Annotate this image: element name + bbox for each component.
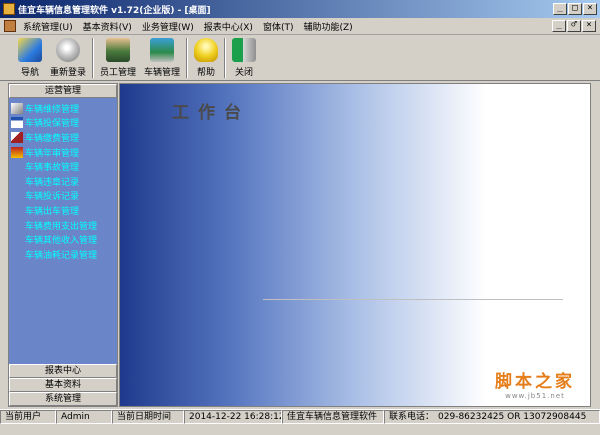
sidebar-item-label: 车辆费用支出管理	[25, 221, 98, 232]
toolbar: 导航 重新登录 员工管理 车辆管理 帮助 关闭	[0, 35, 600, 81]
status-contact: 联系电话： 029-86232425 OR 13072908445	[384, 410, 600, 424]
mdi-controls: _ ♂ ×	[552, 20, 596, 32]
sidebar-item-label: 车辆出车管理	[25, 206, 80, 217]
status-datetime: 2014-12-22 16:28:12	[184, 410, 282, 424]
divider	[263, 299, 563, 300]
sidebar-item-label: 车辆缴费管理	[25, 133, 80, 144]
lightbulb-icon	[194, 38, 219, 62]
status-app-name: 佳宜车辆信息管理软件	[282, 410, 384, 424]
sidebar-list: 车辆维修管理 车辆投保管理 车辆缴费管理 车辆年审管理 车辆事故管理 车辆违章记…	[9, 98, 117, 265]
menu-system[interactable]: 系统管理(U)	[18, 20, 78, 33]
toolbar-separator	[186, 38, 189, 78]
right-edge-panel	[591, 83, 600, 407]
navigate-button[interactable]: 导航	[14, 36, 46, 80]
menu-reports[interactable]: 报表中心(X)	[199, 20, 258, 33]
document-icon	[11, 117, 23, 129]
sidebar-item-label: 车辆维修管理	[25, 104, 80, 115]
sidebar-item-inspection[interactable]: 车辆年审管理	[11, 145, 115, 160]
close-button[interactable]: ×	[583, 3, 597, 15]
exit-button[interactable]: 关闭	[228, 36, 260, 80]
watermark-url: www.jb51.net	[505, 392, 565, 400]
sidebar-item-complaint[interactable]: 车辆投诉记录	[11, 189, 115, 204]
status-phone-label: 联系电话：	[389, 412, 435, 422]
sidebar-item-label: 车辆事故管理	[25, 163, 80, 174]
sidebar-item-fuel[interactable]: 车辆油耗记录管理	[11, 247, 115, 262]
watermark-logo: 脚本之家 www.jb51.net	[495, 367, 575, 400]
sidebar-item-insurance[interactable]: 车辆投保管理	[11, 116, 115, 131]
menu-business[interactable]: 业务管理(W)	[137, 20, 199, 33]
sidebar-item-fees[interactable]: 车辆缴费管理	[11, 130, 115, 145]
sidebar-item-label: 车辆年审管理	[25, 148, 80, 159]
sidebar-item-violation[interactable]: 车辆违章记录	[11, 174, 115, 189]
sidebar-item-label: 车辆违章记录	[25, 177, 80, 188]
sidebar-item-dispatch[interactable]: 车辆出车管理	[11, 203, 115, 218]
calendar-icon	[11, 146, 23, 158]
window-bottom-edge	[0, 424, 600, 435]
lock-icon	[56, 38, 80, 62]
pen-icon	[11, 131, 23, 143]
exit-label: 关闭	[235, 68, 254, 78]
toolbar-separator	[224, 38, 227, 78]
menu-bar: 系统管理(U) 基本资料(V) 业务管理(W) 报表中心(X) 窗体(T) 辅助…	[0, 18, 600, 35]
desktop-workspace: 工作台 脚本之家 www.jb51.net	[119, 83, 591, 407]
relogin-button[interactable]: 重新登录	[46, 36, 90, 80]
workspace-title: 工作台	[172, 103, 250, 123]
wand-icon	[18, 38, 42, 62]
sidebar-item-label: 车辆其他收入管理	[25, 236, 98, 247]
sidebar-item-label: 车辆油耗记录管理	[25, 250, 98, 261]
menu-basic-data[interactable]: 基本资料(V)	[78, 20, 137, 33]
employee-management-button[interactable]: 员工管理	[96, 36, 140, 80]
sidebar-item-other-income[interactable]: 车辆其他收入管理	[11, 232, 115, 247]
watermark-text: 脚本之家	[495, 372, 575, 392]
sidebar-header-system[interactable]: 系统管理	[9, 392, 117, 406]
help-button[interactable]: 帮助	[190, 36, 222, 80]
menu-window[interactable]: 窗体(T)	[258, 20, 299, 33]
sidebar-bottom-panels: 报表中心 基本资料 系统管理	[9, 364, 117, 406]
minimize-button[interactable]: _	[553, 3, 567, 15]
status-bar: 当前用户 Admin 当前日期时间 2014-12-22 16:28:12 佳宜…	[0, 409, 600, 424]
relogin-label: 重新登录	[50, 68, 87, 78]
status-date-label: 当前日期时间	[112, 410, 184, 424]
title-bar: 佳宜车辆信息管理软件 v1.72(企业版) - [桌面] _ □ ×	[0, 0, 600, 18]
employee-management-label: 员工管理	[100, 68, 137, 78]
users-icon	[106, 38, 131, 62]
mdi-child-icon[interactable]	[4, 20, 16, 32]
sidebar-item-repair[interactable]: 车辆维修管理	[11, 101, 115, 116]
menu-tools[interactable]: 辅助功能(Z)	[298, 20, 357, 33]
wrench-icon	[11, 102, 23, 114]
sidebar-header-basic-data[interactable]: 基本资料	[9, 378, 117, 392]
app-icon	[3, 3, 15, 15]
sidebar: 运营管理 车辆维修管理 车辆投保管理 车辆缴费管理 车辆年审管理 车辆事故管理 …	[8, 83, 118, 407]
sidebar-item-label: 车辆投保管理	[25, 119, 80, 130]
toolbar-separator	[92, 38, 95, 78]
sidebar-item-label: 车辆投诉记录	[25, 192, 80, 203]
window-controls: _ □ ×	[553, 3, 597, 15]
status-user-label: 当前用户	[0, 410, 56, 424]
exit-door-icon	[232, 38, 257, 62]
sidebar-item-accident[interactable]: 车辆事故管理	[11, 159, 115, 174]
maximize-button[interactable]: □	[568, 3, 582, 15]
vehicle-management-label: 车辆管理	[144, 68, 181, 78]
mdi-restore-button[interactable]: ♂	[567, 20, 581, 32]
mdi-minimize-button[interactable]: _	[552, 20, 566, 32]
status-user-value: Admin	[56, 410, 112, 424]
sidebar-header-reports[interactable]: 报表中心	[9, 364, 117, 378]
sidebar-header-operations[interactable]: 运营管理	[9, 84, 117, 98]
vehicle-icon	[150, 38, 175, 62]
sidebar-item-expenses[interactable]: 车辆费用支出管理	[11, 218, 115, 233]
window-title: 佳宜车辆信息管理软件 v1.72(企业版) - [桌面]	[18, 5, 211, 16]
help-label: 帮助	[197, 68, 216, 78]
navigate-label: 导航	[20, 68, 39, 78]
status-phone: 029-86232425 OR 13072908445	[438, 412, 587, 422]
mdi-close-button[interactable]: ×	[582, 20, 596, 32]
vehicle-management-button[interactable]: 车辆管理	[140, 36, 184, 80]
